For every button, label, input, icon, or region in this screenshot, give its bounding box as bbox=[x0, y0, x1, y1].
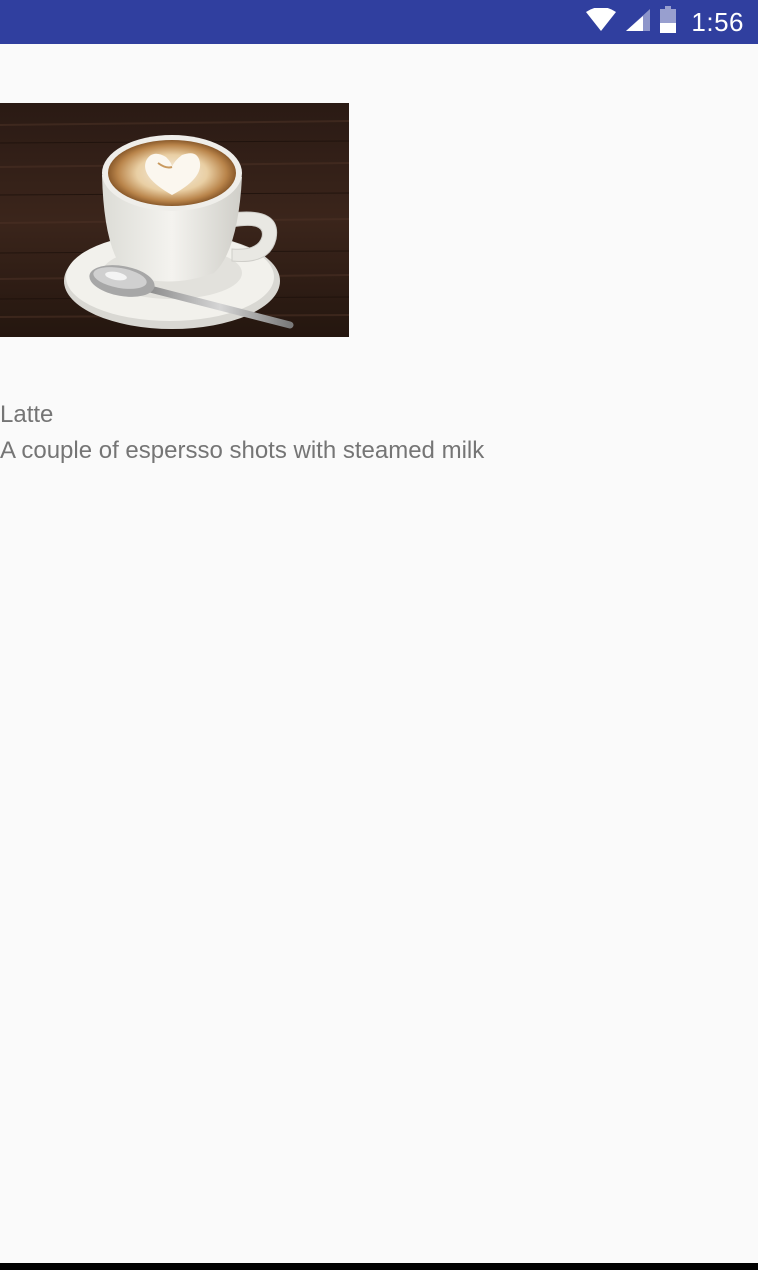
battery-icon bbox=[659, 5, 677, 39]
status-time: 1:56 bbox=[691, 6, 744, 37]
wifi-icon bbox=[585, 6, 617, 37]
cell-signal-icon bbox=[625, 8, 651, 37]
drink-name: Latte bbox=[0, 401, 54, 428]
drink-description: A couple of espersso shots with steamed … bbox=[0, 437, 485, 464]
status-icons: 1:56 bbox=[585, 0, 744, 44]
latte-photo bbox=[0, 103, 349, 337]
status-bar: 1:56 bbox=[0, 0, 758, 44]
navigation-bar-edge bbox=[0, 1263, 758, 1270]
content-area: Latte A couple of espersso shots with st… bbox=[0, 44, 758, 1263]
